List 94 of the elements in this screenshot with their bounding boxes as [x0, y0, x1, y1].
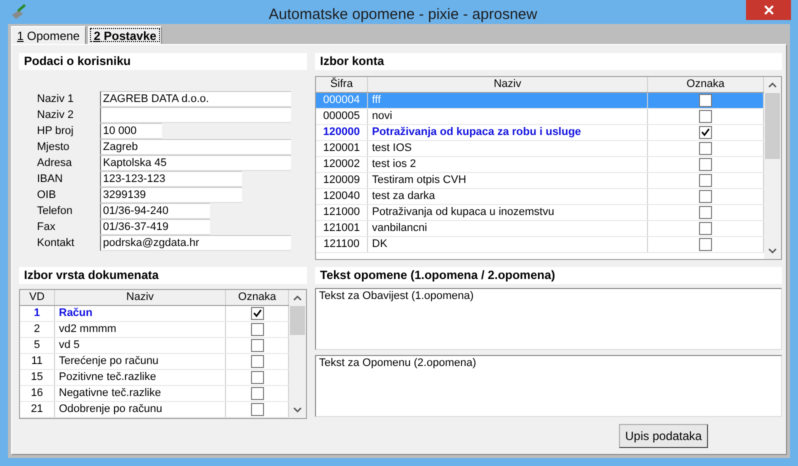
- table-cell[interactable]: Odobrenje po računu: [54, 402, 226, 417]
- save-button[interactable]: Upis podataka: [619, 424, 708, 448]
- input-field[interactable]: Zagreb: [100, 139, 291, 155]
- table-cell[interactable]: vd2 mmmm: [54, 322, 226, 337]
- text-area[interactable]: Tekst za Opomenu (2.opomena): [315, 355, 782, 417]
- table-cell[interactable]: 120000: [316, 125, 368, 140]
- table-cell[interactable]: 121001: [316, 221, 368, 236]
- table-cell[interactable]: 11: [20, 354, 55, 369]
- checkbox[interactable]: [699, 190, 712, 203]
- field-label: IBAN: [37, 173, 64, 185]
- scroll-thumb[interactable]: [765, 93, 780, 159]
- section-header: Tekst opomene (1.opomena / 2.opomena): [315, 267, 782, 284]
- field-label: Mjesto: [37, 141, 70, 153]
- section-header: Podaci o korisniku: [19, 53, 307, 70]
- scroll-down-icon[interactable]: [768, 248, 777, 254]
- checkbox[interactable]: [250, 307, 264, 320]
- checkbox[interactable]: [250, 323, 264, 336]
- input-field[interactable]: 01/36-37-419: [100, 219, 210, 235]
- checkbox[interactable]: [699, 158, 712, 171]
- close-button[interactable]: [746, 0, 791, 20]
- checkbox[interactable]: [699, 126, 712, 139]
- input-field[interactable]: 10 000: [100, 123, 162, 139]
- table-cell[interactable]: novi: [368, 109, 648, 124]
- section-header: Izbor vrsta dokumenata: [19, 267, 307, 284]
- checkbox[interactable]: [699, 142, 712, 155]
- table-cell[interactable]: 16: [20, 386, 55, 401]
- input-field[interactable]: podrska@zgdata.hr: [100, 235, 291, 251]
- table-cell[interactable]: Terećenje po računu: [54, 354, 226, 369]
- input-field[interactable]: 3299139: [100, 187, 242, 203]
- table-cell[interactable]: test ios 2: [368, 157, 648, 172]
- table-cell[interactable]: Potraživanja od kupaca u inozemstvu: [368, 205, 648, 220]
- scrollbar[interactable]: [289, 290, 306, 418]
- section-header: Izbor konta: [315, 53, 782, 70]
- close-icon: [764, 5, 774, 15]
- checkbox[interactable]: [250, 339, 264, 352]
- field-label: OIB: [37, 189, 57, 201]
- table-cell[interactable]: 1: [20, 306, 55, 321]
- input-field[interactable]: [100, 107, 291, 123]
- checkbox[interactable]: [699, 238, 712, 251]
- table-cell[interactable]: Račun: [54, 306, 226, 321]
- tab[interactable]: 2 Postavke: [88, 26, 162, 44]
- table-cell[interactable]: 2: [20, 322, 55, 337]
- table-cell[interactable]: 121000: [316, 205, 368, 220]
- field-label: Adresa: [37, 157, 73, 169]
- column-header[interactable]: Šifra: [316, 77, 368, 92]
- table-cell[interactable]: vd 5: [54, 338, 226, 353]
- table-cell[interactable]: test IOS: [368, 141, 648, 156]
- table-cell[interactable]: 5: [20, 338, 55, 353]
- table-cell[interactable]: 120040: [316, 189, 368, 204]
- field-label: HP broj: [37, 125, 74, 137]
- text-area[interactable]: Tekst za Obavijest (1.opomena): [315, 288, 782, 350]
- checkbox[interactable]: [699, 206, 712, 219]
- checkbox[interactable]: [699, 110, 712, 123]
- input-field[interactable]: 01/36-94-240: [100, 203, 210, 219]
- table-cell[interactable]: 120001: [316, 141, 368, 156]
- table-cell[interactable]: 21: [20, 402, 55, 417]
- table-cell[interactable]: test za darka: [368, 189, 648, 204]
- table-cell[interactable]: Pozitivne teč.razlike: [54, 370, 226, 385]
- field-label: Telefon: [37, 205, 74, 217]
- checkbox[interactable]: [250, 403, 264, 416]
- input-field[interactable]: ZAGREB DATA d.o.o.: [100, 91, 291, 107]
- table-cell[interactable]: Testiram otpis CVH: [368, 173, 648, 188]
- checkbox[interactable]: [699, 94, 712, 107]
- window-title: Automatske opomene - pixie - aprosnew: [268, 6, 538, 23]
- input-field[interactable]: Kaptolska 45: [100, 155, 291, 171]
- field-label: Naziv 1: [37, 93, 75, 105]
- table-cell[interactable]: 000005: [316, 109, 368, 124]
- scroll-up-icon[interactable]: [293, 295, 302, 301]
- table-cell[interactable]: 120002: [316, 157, 368, 172]
- table-cell[interactable]: Potraživanja od kupaca za robu i usluge: [368, 125, 648, 140]
- input-field[interactable]: 123-123-123: [100, 171, 242, 187]
- field-label: Fax: [37, 221, 56, 233]
- checkbox[interactable]: [699, 174, 712, 187]
- checkbox[interactable]: [250, 387, 264, 400]
- table-cell[interactable]: vanbilancni: [368, 221, 648, 236]
- field-label: Kontakt: [37, 237, 76, 249]
- checkbox[interactable]: [250, 355, 264, 368]
- checkbox[interactable]: [699, 222, 712, 235]
- scroll-thumb[interactable]: [290, 306, 305, 335]
- app-icon: [10, 3, 28, 21]
- table-cell[interactable]: Negativne teč.razlike: [54, 386, 226, 401]
- column-header[interactable]: Naziv: [368, 77, 648, 92]
- column-header[interactable]: VD: [20, 290, 55, 305]
- table-cell[interactable]: 15: [20, 370, 55, 385]
- scroll-up-icon[interactable]: [768, 82, 777, 88]
- table-cell[interactable]: DK: [368, 237, 648, 252]
- scroll-down-icon[interactable]: [293, 407, 302, 413]
- column-header[interactable]: Naziv: [54, 290, 226, 305]
- table-cell[interactable]: 121100: [316, 237, 368, 252]
- scrollbar[interactable]: [764, 77, 781, 259]
- table-cell[interactable]: 120009: [316, 173, 368, 188]
- field-label: Naziv 2: [37, 109, 75, 121]
- checkbox[interactable]: [250, 371, 264, 384]
- tab[interactable]: 1 Opomene: [11, 26, 86, 44]
